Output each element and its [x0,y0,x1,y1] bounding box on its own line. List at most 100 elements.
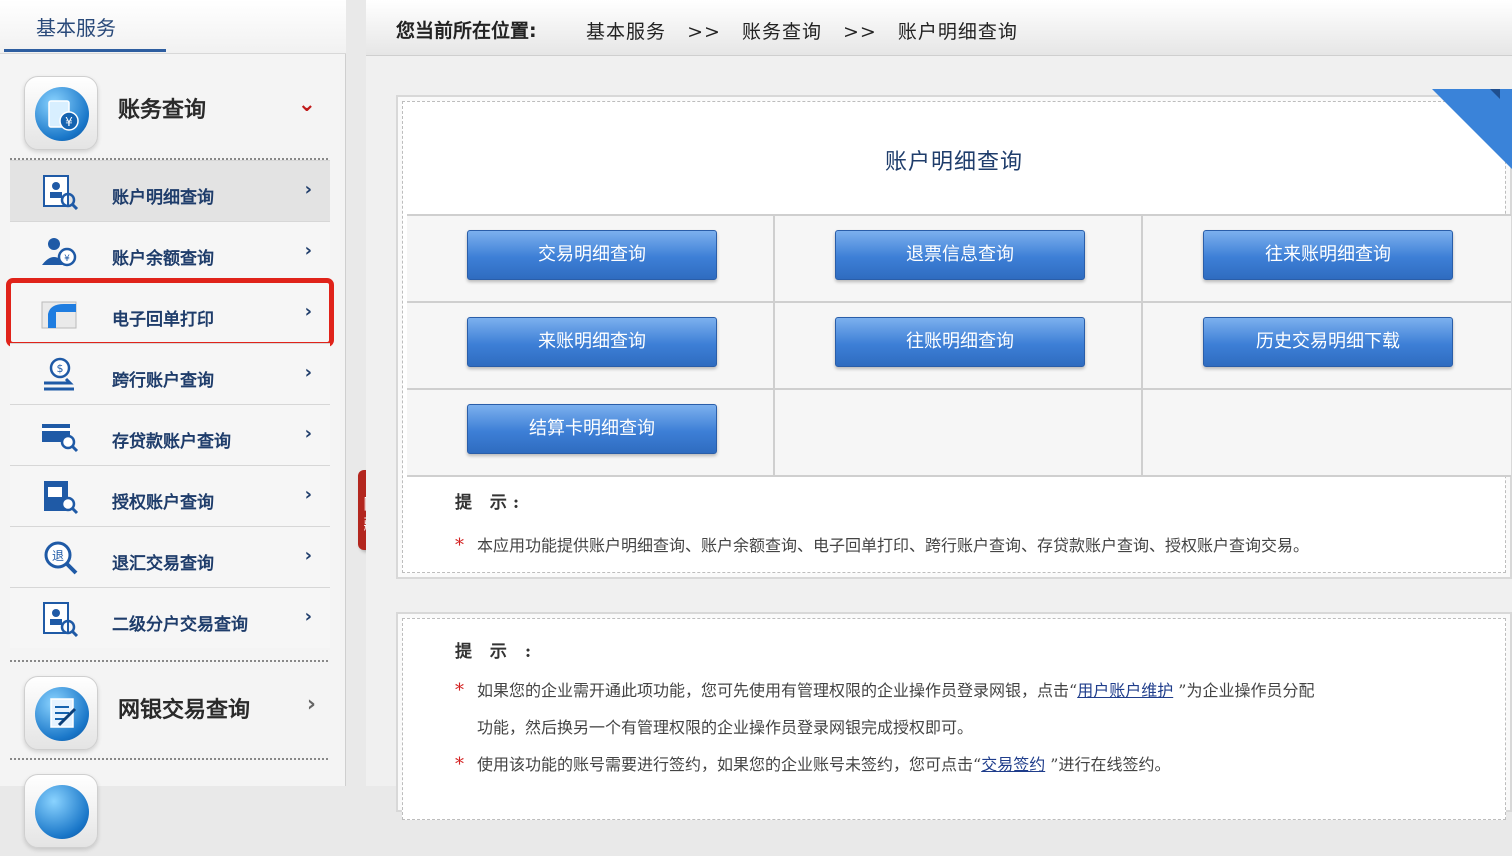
inout-account-detail-button[interactable]: 往来账明细查询 [1203,230,1453,280]
menu-group-account-query[interactable]: ¥ 账务查询 ⌄ [10,66,330,158]
sidebar-header: 基本服务 [0,0,346,54]
menu-item-account-detail[interactable]: 账户明细查询 › [10,160,330,221]
next-group-icon [24,774,98,848]
settlement-card-button[interactable]: 结算卡明细查询 [467,404,717,454]
outgoing-detail-button[interactable]: 往账明细查询 [835,317,1085,367]
menu-item-sub-account[interactable]: 二级分户交易查询 › [10,587,330,648]
receipt-print-icon [41,301,77,329]
interbank-account-icon: $ [44,357,74,391]
sidebar-title-underline [4,49,166,52]
grid-cell: 往账明细查询 [775,303,1143,388]
chevron-down-icon: ⌄ [297,92,316,117]
chevron-right-icon: › [304,362,312,383]
svg-text:退: 退 [52,549,64,563]
chevron-right-icon: › [306,692,316,717]
grid-cell [1143,390,1511,475]
menu-group-netbank-query[interactable]: 网银交易查询 › [10,666,330,758]
chevron-right-icon: › [304,301,312,322]
chevron-right-icon: › [304,484,312,505]
user-account-maintenance-link[interactable]: 用户账户维护 [1077,681,1173,700]
svg-text:¥: ¥ [65,115,73,129]
panel-title: 账户明细查询 [884,150,1023,175]
query-panel: 账户明细查询 交易明细查询 退票信息查询 往来账明细查询 来账明细查询 往账明细… [396,89,1512,579]
menu-item-label: 账户余额查询 [112,249,214,269]
transaction-detail-button[interactable]: 交易明细查询 [467,230,717,280]
menu-item-receipt-print[interactable]: 电子回单打印 › [6,278,334,347]
menu-item-label: 电子回单打印 [112,310,214,330]
sub-account-icon [43,602,79,637]
breadcrumb-item: 账务查询 [741,21,822,43]
query-panel-inner: 账户明细查询 交易明细查询 退票信息查询 往来账明细查询 来账明细查询 往账明细… [402,101,1511,573]
grid-cell: 退票信息查询 [775,216,1143,301]
menu-item-account-balance[interactable]: ¥ 账户余额查询 › [10,221,330,282]
tip-line: * 本应用功能提供账户明细查询、账户余额查询、电子回单打印、跨行账户查询、存贷款… [455,527,1309,564]
tip-text: 使用该功能的账号需要进行签约，如果您的企业账号未签约，您可点击“ [477,755,982,774]
menu-item-authorized-account[interactable]: 授权账户查询 › [10,465,330,526]
breadcrumb-separator: >> [687,21,721,43]
history-download-button[interactable]: 历史交易明细下载 [1203,317,1453,367]
breadcrumb-trail: 基本服务 >> 账务查询 >> 账户明细查询 [586,17,1032,44]
menu-item-label: 存贷款账户查询 [112,432,231,452]
svg-text:¥: ¥ [64,254,70,264]
breadcrumb-item: 基本服务 [586,21,667,43]
refund-query-icon: 退 [44,541,78,575]
notice-tips: 提 示 : * 如果您的企业需开通此项功能，您可先使用有管理权限的企业操作员登录… [455,637,1485,783]
account-balance-icon: ¥ [42,238,77,267]
grid-cell: 来账明细查询 [407,303,775,388]
notice-panel-inner: 提 示 : * 如果您的企业需开通此项功能，您可先使用有管理权限的企业操作员登录… [402,618,1506,820]
tips-title: 提 示: [455,493,526,513]
menu-divider [10,758,330,760]
sidebar: 基本服务 ¥ 账务查询 ⌄ 账户明细查询 › ¥ 账户余额查询 › 电子回单打印… [0,0,346,848]
svg-text:$: $ [57,362,64,375]
tip-line: * 如果您的企业需开通此项功能，您可先使用有管理权限的企业操作员登录网银，点击“… [455,672,1485,709]
menu-item-interbank-account[interactable]: $ 跨行账户查询 › [10,343,330,404]
menu-divider [10,660,330,662]
chevron-right-icon: › [304,423,312,444]
sidebar-title[interactable]: 基本服务 [36,12,116,41]
notice-panel: 提 示 : * 如果您的企业需开通此项功能，您可先使用有管理权限的企业操作员登录… [396,612,1512,820]
asterisk-icon: * [455,680,464,701]
breadcrumb-separator: >> [843,21,877,43]
main-content: 您当前所在位置: 基本服务 >> 账务查询 >> 账户明细查询 账户明细查询 交… [366,0,1512,820]
tip-text: 本应用功能提供账户明细查询、账户余额查询、电子回单打印、跨行账户查询、存贷款账户… [477,536,1310,555]
location-label: 您当前所在位置: [396,20,537,42]
asterisk-icon: * [455,754,464,775]
grid-cell [775,390,1143,475]
account-query-icon: ¥ [24,76,98,150]
grid-cell: 交易明细查询 [407,216,775,301]
tips-title: 提 示 : [455,642,538,662]
returned-ticket-button[interactable]: 退票信息查询 [835,230,1085,280]
corner-ribbon-fold [1490,89,1500,99]
menu-group-next[interactable] [10,764,330,856]
grid-row: 结算卡明细查询 [407,390,1511,477]
query-button-grid: 交易明细查询 退票信息查询 往来账明细查询 来账明细查询 往账明细查询 历史交易… [407,214,1511,477]
breadcrumb-item: 账户明细查询 [897,21,1018,43]
tip-text: ”进行在线签约。 [1045,755,1171,774]
grid-cell: 历史交易明细下载 [1143,303,1511,388]
netbank-query-icon [24,676,98,750]
tip-line: 功能，然后换另一个有管理权限的企业操作员登录网银完成授权即可。 [455,709,1485,746]
menu-item-label: 账户明细查询 [112,188,214,208]
tip-line: * 使用该功能的账号需要进行签约，如果您的企业账号未签约，您可点击“交易签约 ”… [455,746,1485,783]
group-label-netbank-query: 网银交易查询 [118,698,251,723]
panel-tips: 提 示: * 本应用功能提供账户明细查询、账户余额查询、电子回单打印、跨行账户查… [455,488,1309,564]
incoming-detail-button[interactable]: 来账明细查询 [467,317,717,367]
account-detail-icon [43,175,79,210]
grid-cell: 往来账明细查询 [1143,216,1511,301]
chevron-right-icon: › [304,240,312,261]
grid-row: 交易明细查询 退票信息查询 往来账明细查询 [407,216,1511,303]
menu-item-label: 二级分户交易查询 [112,615,248,635]
breadcrumb: 您当前所在位置: 基本服务 >> 账务查询 >> 账户明细查询 [366,0,1512,56]
tip-text: ”为企业操作员分配 [1173,681,1315,700]
corner-ribbon [1432,89,1512,169]
grid-cell: 结算卡明细查询 [407,390,775,475]
authorized-account-icon [44,481,79,515]
chevron-right-icon: › [304,545,312,566]
asterisk-icon: * [455,535,464,556]
chevron-right-icon: › [304,606,312,627]
menu-item-deposit-loan[interactable]: 存贷款账户查询 › [10,404,330,465]
menu-item-refund-query[interactable]: 退 退汇交易查询 › [10,526,330,587]
menu-item-label: 授权账户查询 [112,493,214,513]
menu-item-label: 跨行账户查询 [112,371,214,391]
transaction-signing-link[interactable]: 交易签约 [981,755,1045,774]
